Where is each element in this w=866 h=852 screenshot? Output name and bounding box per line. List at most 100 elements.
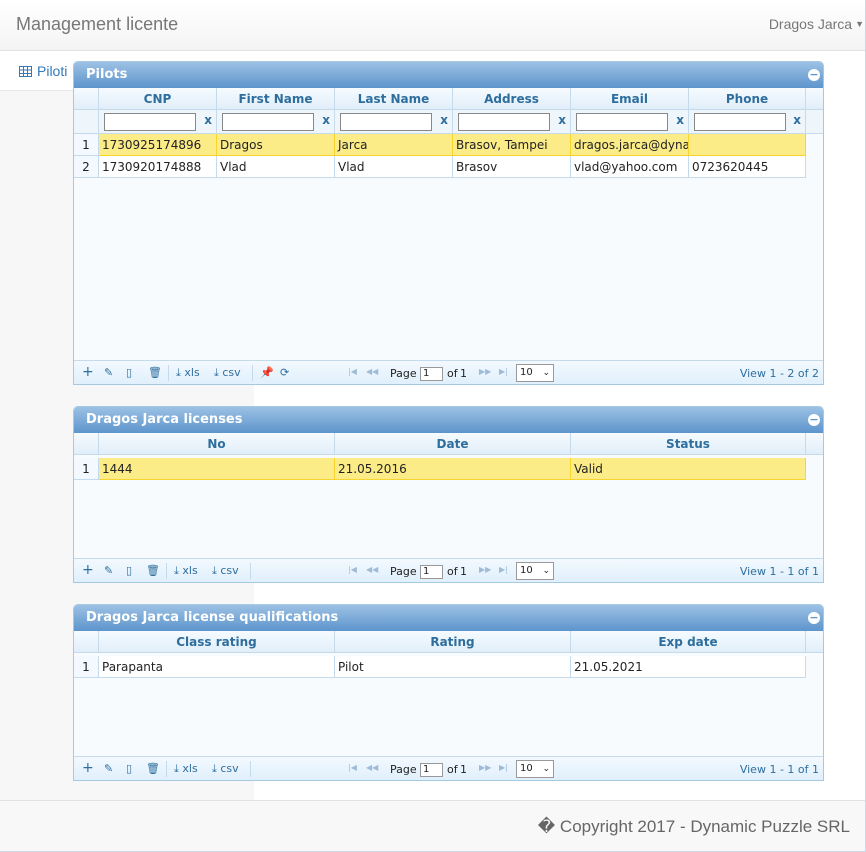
sidebar-item-link[interactable]: Piloti xyxy=(19,63,67,79)
add-row-button[interactable]: + xyxy=(82,364,94,380)
first-page-icon[interactable]: |◀ xyxy=(348,565,357,574)
delete-trash-icon[interactable]: 🗑 xyxy=(148,366,162,379)
caret-down-icon: ▼ xyxy=(855,19,864,29)
pilots-grid: Pilots − CNP First Name Last Name Addres… xyxy=(73,61,824,385)
table-cell[interactable]: 0723620445 xyxy=(689,156,806,178)
page-number-input[interactable]: 1 xyxy=(420,565,443,579)
add-row-button[interactable]: + xyxy=(82,760,94,776)
export-xls-button[interactable]: ⤓ xls xyxy=(174,564,198,578)
column-header-no[interactable]: No xyxy=(99,433,335,455)
edit-pencil-icon[interactable]: ✎ xyxy=(104,762,113,775)
last-page-icon[interactable]: ▶| xyxy=(499,367,508,376)
table-row[interactable]: 1 1444 21.05.2016 Valid xyxy=(74,458,806,480)
column-header-address[interactable]: Address xyxy=(453,88,571,110)
collapse-icon[interactable]: − xyxy=(808,69,820,81)
view-document-icon[interactable]: ▯ xyxy=(126,366,132,379)
table-cell[interactable]: Jarca xyxy=(335,134,453,156)
filter-input[interactable] xyxy=(104,113,196,131)
export-xls-button[interactable]: ⤓ xls xyxy=(176,366,200,380)
table-cell[interactable]: Pilot xyxy=(335,656,571,678)
chevron-down-icon: ⌄ xyxy=(542,368,550,378)
table-cell[interactable]: Parapanta xyxy=(99,656,335,678)
column-header-phone[interactable]: Phone xyxy=(689,88,806,110)
app-title[interactable]: Management licente xyxy=(16,14,178,35)
page-number-input[interactable]: 1 xyxy=(420,763,443,777)
column-header-exp-date[interactable]: Exp date xyxy=(571,631,806,653)
export-xls-button[interactable]: ⤓ xls xyxy=(174,762,198,776)
next-page-icon[interactable]: ▶▶ xyxy=(479,565,491,574)
table-cell[interactable] xyxy=(689,134,806,156)
clear-filter-button[interactable]: x xyxy=(676,113,684,127)
user-menu[interactable]: Dragos Jarca ▼ xyxy=(769,16,864,32)
clear-filter-button[interactable]: x xyxy=(558,113,566,127)
sidebar-item-label: Piloti xyxy=(37,63,68,79)
column-header-cnp[interactable]: CNP xyxy=(99,88,217,110)
rows-per-page-select[interactable]: 10 ⌄ xyxy=(516,364,554,382)
filter-input[interactable] xyxy=(222,113,314,131)
grid-body: 1 1444 21.05.2016 Valid xyxy=(74,455,823,558)
table-cell[interactable]: 1730920174888 xyxy=(99,156,217,178)
edit-pencil-icon[interactable]: ✎ xyxy=(104,564,113,577)
table-cell[interactable]: vlad@yahoo.com xyxy=(571,156,689,178)
rows-per-page-select[interactable]: 10 ⌄ xyxy=(516,562,554,580)
next-page-icon[interactable]: ▶▶ xyxy=(479,763,491,772)
rows-per-page-select[interactable]: 10 ⌄ xyxy=(516,760,554,778)
table-cell[interactable]: 1730925174896 xyxy=(99,134,217,156)
last-page-icon[interactable]: ▶| xyxy=(499,565,508,574)
filter-input[interactable] xyxy=(340,113,432,131)
filter-input[interactable] xyxy=(694,113,786,131)
table-row[interactable]: 1 Parapanta Pilot 21.05.2021 xyxy=(74,656,806,678)
column-header-first-name[interactable]: First Name xyxy=(217,88,335,110)
table-cell[interactable]: Dragos xyxy=(217,134,335,156)
column-header-class-rating[interactable]: Class rating xyxy=(99,631,335,653)
filter-input[interactable] xyxy=(576,113,668,131)
clear-filter-button[interactable]: x xyxy=(204,113,212,127)
table-cell[interactable]: dragos.jarca@dynar xyxy=(571,134,689,156)
table-cell[interactable]: 21.05.2016 xyxy=(335,458,571,480)
pager-separator xyxy=(168,365,169,381)
next-page-icon[interactable]: ▶▶ xyxy=(479,367,491,376)
table-cell[interactable]: Vlad xyxy=(335,156,453,178)
column-header-email[interactable]: Email xyxy=(571,88,689,110)
table-row[interactable]: 1 1730925174896 Dragos Jarca Brasov, Tam… xyxy=(74,134,806,156)
export-csv-button[interactable]: ⤓ csv xyxy=(214,366,241,380)
clear-filter-button[interactable]: x xyxy=(440,113,448,127)
footer: � Copyright 2017 - Dynamic Puzzle SRL xyxy=(0,800,866,852)
table-cell[interactable]: 1444 xyxy=(99,458,335,480)
prev-page-icon[interactable]: ◀◀ xyxy=(366,367,378,376)
table-cell[interactable]: 21.05.2021 xyxy=(571,656,806,678)
delete-trash-icon[interactable]: 🗑 xyxy=(146,564,160,577)
first-page-icon[interactable]: |◀ xyxy=(348,367,357,376)
collapse-icon[interactable]: − xyxy=(808,612,820,624)
refresh-icon[interactable]: ⟳ xyxy=(280,366,289,379)
clear-filter-button[interactable]: x xyxy=(322,113,330,127)
prev-page-icon[interactable]: ◀◀ xyxy=(366,565,378,574)
column-header-status[interactable]: Status xyxy=(571,433,806,455)
collapse-icon[interactable]: − xyxy=(808,414,820,426)
table-cell[interactable]: Vlad xyxy=(217,156,335,178)
export-xls-label: xls xyxy=(184,366,200,379)
first-page-icon[interactable]: |◀ xyxy=(348,763,357,772)
add-row-button[interactable]: + xyxy=(82,562,94,578)
edit-pencil-icon[interactable]: ✎ xyxy=(104,366,113,379)
clear-filter-button[interactable]: x xyxy=(793,113,801,127)
column-header-last-name[interactable]: Last Name xyxy=(335,88,453,110)
column-header-rating[interactable]: Rating xyxy=(335,631,571,653)
table-cell[interactable]: Brasov, Tampei xyxy=(453,134,571,156)
column-header-date[interactable]: Date xyxy=(335,433,571,455)
pin-icon[interactable]: 📌 xyxy=(260,366,274,379)
table-cell[interactable]: Valid xyxy=(571,458,806,480)
delete-trash-icon[interactable]: 🗑 xyxy=(146,762,160,775)
filter-input[interactable] xyxy=(458,113,550,131)
table-cell[interactable]: Brasov xyxy=(453,156,571,178)
export-csv-button[interactable]: ⤓ csv xyxy=(212,762,239,776)
table-row[interactable]: 2 1730920174888 Vlad Vlad Brasov vlad@ya… xyxy=(74,156,806,178)
last-page-icon[interactable]: ▶| xyxy=(499,763,508,772)
view-document-icon[interactable]: ▯ xyxy=(126,564,132,577)
page-label: Page xyxy=(390,367,417,380)
page-number-input[interactable]: 1 xyxy=(420,367,443,381)
export-csv-button[interactable]: ⤓ csv xyxy=(212,564,239,578)
view-document-icon[interactable]: ▯ xyxy=(126,762,132,775)
export-csv-label: csv xyxy=(222,366,241,379)
prev-page-icon[interactable]: ◀◀ xyxy=(366,763,378,772)
